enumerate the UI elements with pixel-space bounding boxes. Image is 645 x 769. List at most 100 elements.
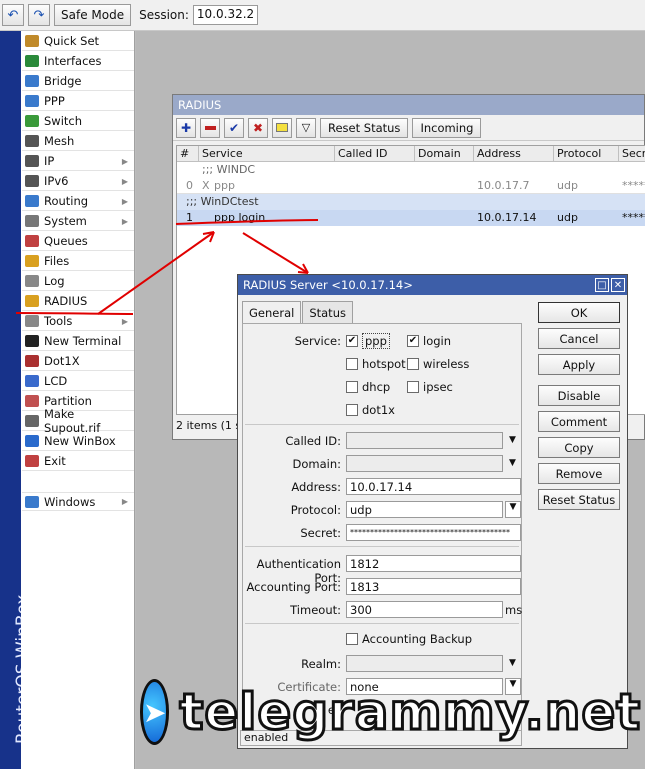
col-called-id[interactable]: Called ID xyxy=(335,146,415,162)
sidebar-item-new-terminal[interactable]: New Terminal xyxy=(22,332,134,351)
sidebar-item-lcd[interactable]: LCD xyxy=(22,372,134,391)
col-address[interactable]: Address xyxy=(474,146,554,162)
dialog-tabs: General Status xyxy=(242,301,354,324)
apply-button[interactable]: Apply xyxy=(538,354,620,375)
col-domain[interactable]: Domain xyxy=(415,146,474,162)
maximize-icon[interactable]: □ xyxy=(595,278,609,292)
filter-icon: ▽ xyxy=(301,121,311,134)
service-ppp-checkbox[interactable]: ✔ xyxy=(346,335,358,347)
reset-status-button[interactable]: Reset Status xyxy=(538,489,620,510)
disable-button[interactable]: ✖ xyxy=(248,117,268,138)
table-row-selected[interactable]: 1 ppp login 10.0.17.14 udp ***** xyxy=(177,210,645,226)
sidebar-item-bridge[interactable]: Bridge xyxy=(22,72,134,91)
chevron-down-icon[interactable]: ▼ xyxy=(509,658,516,668)
undo-button[interactable]: ↶ xyxy=(2,4,24,26)
sidebar-item-dot1x[interactable]: Dot1X xyxy=(22,352,134,371)
table-comment-row[interactable]: ;;; WINDC xyxy=(177,162,645,178)
radius-window-title[interactable]: RADIUS xyxy=(173,95,644,115)
remove-button[interactable] xyxy=(200,117,220,138)
tools-icon xyxy=(25,315,39,327)
accounting-backup-label: Accounting Backup xyxy=(362,632,473,646)
sidebar-item-files[interactable]: Files xyxy=(22,252,134,271)
realm-field[interactable] xyxy=(346,655,503,672)
sidebar-item-switch[interactable]: Switch xyxy=(22,112,134,131)
redo-button[interactable]: ↷ xyxy=(28,4,50,26)
comment-button[interactable]: Comment xyxy=(538,411,620,432)
sidebar-item-system[interactable]: System ▶ xyxy=(22,212,134,231)
sidebar-item-ipv6[interactable]: IPv6 ▶ xyxy=(22,172,134,191)
safe-mode-button[interactable]: Safe Mode xyxy=(54,4,132,26)
sidebar-item-tools[interactable]: Tools ▶ xyxy=(22,312,134,331)
sidebar-item-interfaces[interactable]: Interfaces xyxy=(22,52,134,71)
table-comment-row[interactable]: ;;; WinDCtest xyxy=(177,194,645,210)
secret-label: Secret: xyxy=(300,526,341,540)
col-service[interactable]: Service xyxy=(199,146,335,162)
sidebar-item-label: New WinBox xyxy=(44,434,116,448)
service-ipsec-checkbox[interactable] xyxy=(407,381,419,393)
sidebar-item-make-supout-rif[interactable]: Make Supout.rif xyxy=(22,407,134,435)
domain-field[interactable] xyxy=(346,455,503,472)
row-num: 0 xyxy=(186,179,193,192)
sidebar-item-radius[interactable]: RADIUS xyxy=(22,292,134,311)
timeout-field[interactable]: 300 xyxy=(346,601,503,618)
incoming-button[interactable]: Incoming xyxy=(412,117,482,138)
ok-button[interactable]: OK xyxy=(538,302,620,323)
sidebar-item-windows[interactable]: Windows ▶ xyxy=(22,492,134,511)
disable-button[interactable]: Disable xyxy=(538,385,620,406)
sidebar-item-queues[interactable]: Queues xyxy=(22,232,134,251)
called-id-field[interactable] xyxy=(346,432,503,449)
chevron-down-icon[interactable]: ▼ xyxy=(509,458,516,468)
reset-status-button[interactable]: Reset Status xyxy=(320,117,409,138)
chevron-right-icon: ▶ xyxy=(121,497,128,506)
secret-field[interactable]: **************************************** xyxy=(346,524,521,541)
sidebar-item-routing[interactable]: Routing ▶ xyxy=(22,192,134,211)
comment-text: ;;; WINDC xyxy=(202,163,256,176)
service-dhcp-checkbox[interactable] xyxy=(346,381,358,393)
sidebar-item-new-winbox[interactable]: New WinBox xyxy=(22,432,134,451)
sidebar-item-quick-set[interactable]: Quick Set xyxy=(22,32,134,51)
auth-port-field[interactable]: 1812 xyxy=(346,555,521,572)
col-secret[interactable]: Secre xyxy=(619,146,645,162)
cancel-button[interactable]: Cancel xyxy=(538,328,620,349)
comment-button[interactable] xyxy=(272,117,292,138)
service-ppp-label: ppp xyxy=(362,333,390,349)
sidebar-item-log[interactable]: Log xyxy=(22,272,134,291)
tab-status[interactable]: Status xyxy=(302,301,353,323)
service-dot1x-checkbox[interactable] xyxy=(346,404,358,416)
copy-button[interactable]: Copy xyxy=(538,437,620,458)
enable-button[interactable]: ✔ xyxy=(224,117,244,138)
add-button[interactable]: ✚ xyxy=(176,117,196,138)
exit-icon xyxy=(25,455,39,467)
sidebar-item-ip[interactable]: IP ▶ xyxy=(22,152,134,171)
sidebar-item-label: Windows xyxy=(44,494,96,509)
row-service: ppp login xyxy=(214,211,266,224)
service-login-checkbox[interactable]: ✔ xyxy=(407,335,419,347)
tab-general[interactable]: General xyxy=(242,301,302,324)
protocol-select[interactable]: udp xyxy=(346,501,503,518)
winbox-icon xyxy=(25,435,39,447)
table-row[interactable]: 0 X ppp 10.0.17.7 udp ***** xyxy=(177,178,645,194)
acct-port-field[interactable]: 1813 xyxy=(346,578,521,595)
service-hotspot-checkbox[interactable] xyxy=(346,358,358,370)
sidebar-item-mesh[interactable]: Mesh xyxy=(22,132,134,151)
remove-button[interactable]: Remove xyxy=(538,463,620,484)
accounting-backup-checkbox[interactable] xyxy=(346,633,358,645)
col-num[interactable]: # xyxy=(177,146,199,162)
lcd-icon xyxy=(25,375,39,387)
close-icon[interactable]: ✕ xyxy=(611,278,625,292)
sidebar-item-label: RADIUS xyxy=(44,294,88,308)
chevron-down-icon[interactable]: ▼ xyxy=(505,501,521,518)
service-wireless-checkbox[interactable] xyxy=(407,358,419,370)
col-protocol[interactable]: Protocol xyxy=(554,146,619,162)
sidebar-item-ppp[interactable]: PPP xyxy=(22,92,134,111)
address-field[interactable]: 10.0.17.14 xyxy=(346,478,521,495)
sidebar-item-exit[interactable]: Exit xyxy=(22,452,134,471)
filter-button[interactable]: ▽ xyxy=(296,117,316,138)
timeout-unit: ms xyxy=(505,603,523,617)
chevron-down-icon[interactable]: ▼ xyxy=(509,435,516,445)
service-dhcp-label: dhcp xyxy=(362,380,391,394)
separator xyxy=(245,623,519,624)
log-icon xyxy=(25,275,39,287)
table-header: # Service Called ID Domain Address Proto… xyxy=(177,146,645,162)
dialog-title[interactable]: RADIUS Server <10.0.17.14> □ ✕ xyxy=(238,275,627,295)
